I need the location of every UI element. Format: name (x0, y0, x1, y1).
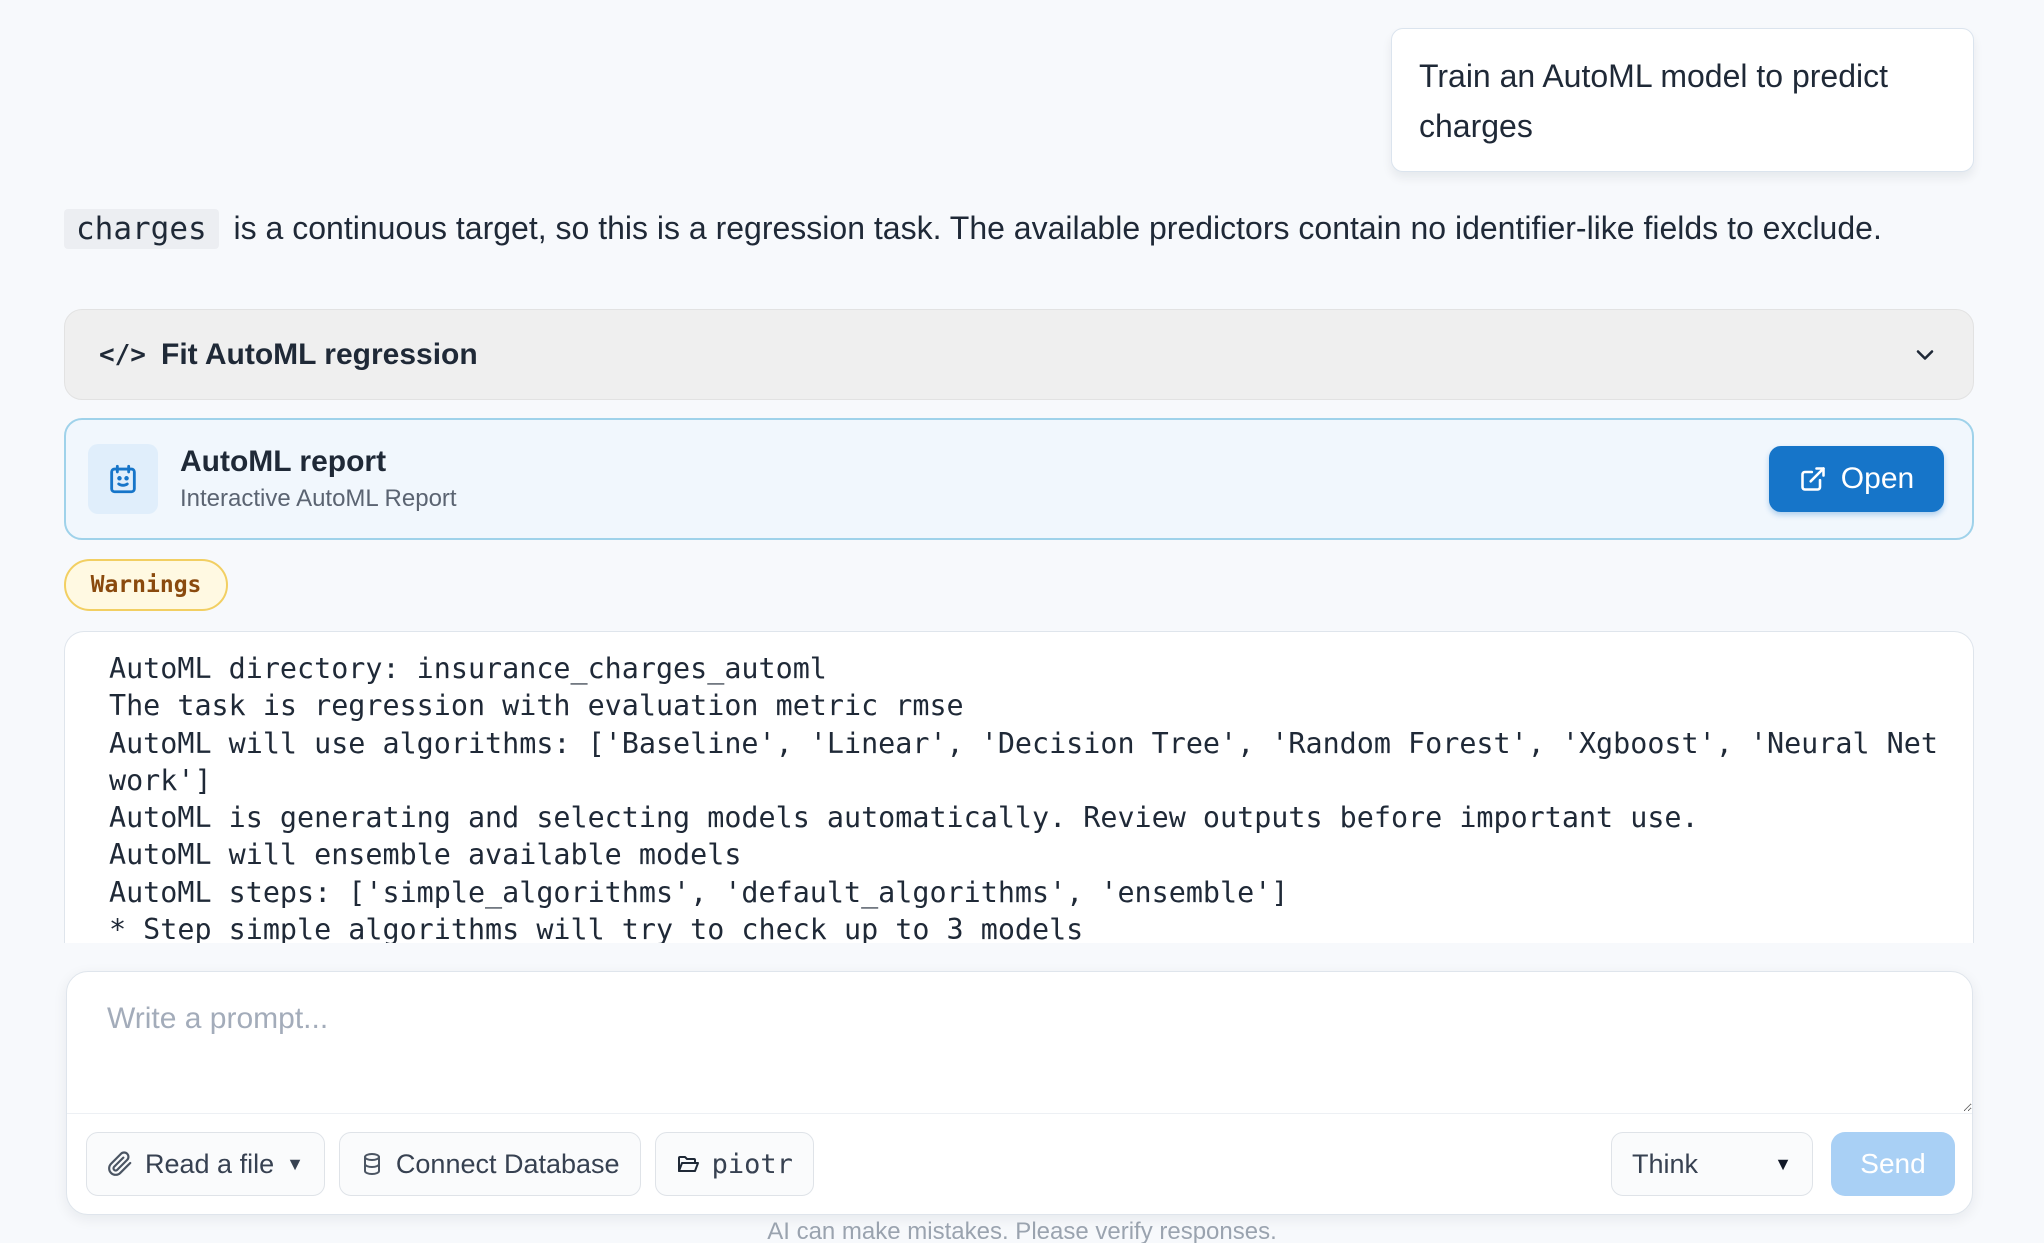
report-subtitle: Interactive AutoML Report (180, 485, 457, 512)
disclaimer-text: AI can make mistakes. Please verify resp… (767, 1218, 1277, 1243)
log-line: AutoML will ensemble available models (109, 838, 742, 872)
external-link-icon (1801, 467, 1825, 491)
report-text: AutoML report Interactive AutoML Report (180, 442, 1769, 516)
warnings-badge[interactable]: Warnings (64, 559, 228, 611)
log-line: work'] (109, 763, 212, 797)
log-line: AutoML will use algorithms: ['Baseline',… (109, 726, 1938, 760)
composer-toolbar: Read a file ▼ Connect Database piotr Thi… (86, 1132, 1955, 1196)
log-line: AutoML is generating and selecting model… (109, 801, 1699, 835)
report-title: AutoML report (180, 445, 387, 478)
read-file-label: Read a file (145, 1148, 275, 1179)
composer-divider (67, 1113, 1972, 1114)
report-icon-box (88, 444, 158, 514)
prompt-input[interactable] (67, 972, 1972, 1112)
open-button-label: Open (1840, 462, 1915, 495)
log-line: * Step simple_algorithms will try to che… (109, 913, 1084, 943)
warnings-label: Warnings (90, 572, 202, 598)
tool-call-title: Fit AutoML regression (161, 337, 478, 371)
read-file-button[interactable]: Read a file ▼ (86, 1132, 325, 1196)
mode-select[interactable]: Think ▼ (1611, 1132, 1813, 1196)
user-message-bubble: Train an AutoML model to predict charges (1391, 28, 1974, 172)
assistant-message: charges is a continuous target, so this … (64, 204, 1984, 253)
chevron-down-icon[interactable] (1911, 341, 1939, 369)
connect-database-label: Connect Database (395, 1148, 620, 1179)
folder-open-icon (677, 1156, 699, 1172)
assistant-message-text: is a continuous target, so this is a reg… (233, 210, 1882, 246)
open-report-button[interactable]: Open (1769, 446, 1944, 512)
inline-code-target: charges (64, 209, 219, 249)
log-line: AutoML directory: insurance_charges_auto… (109, 652, 827, 685)
report-card: AutoML report Interactive AutoML Report … (64, 418, 1974, 540)
mode-select-value: Think (1632, 1148, 1699, 1179)
user-message-text: Train an AutoML model to predict charges (1419, 58, 1888, 144)
dropdown-caret-icon: ▼ (286, 1153, 304, 1174)
paperclip-icon (108, 1151, 132, 1176)
log-line: The task is regression with evaluation m… (109, 689, 964, 723)
connect-database-button[interactable]: Connect Database (338, 1132, 641, 1196)
tool-call-accordion[interactable]: </> Fit AutoML regression (64, 309, 1974, 400)
chat-page: Train an AutoML model to predict charges… (0, 0, 2044, 1243)
prompt-composer: Read a file ▼ Connect Database piotr (66, 971, 1973, 1215)
log-line: AutoML steps: ['simple_algorithms', 'def… (109, 875, 1289, 909)
code-icon: </> (99, 339, 146, 370)
folder-label: piotr (711, 1148, 793, 1180)
database-icon (363, 1153, 380, 1175)
select-caret-icon: ▼ (1774, 1153, 1792, 1174)
folder-button[interactable]: piotr (654, 1132, 814, 1196)
send-button[interactable]: Send (1831, 1132, 1955, 1196)
log-output[interactable]: AutoML directory: insurance_charges_auto… (64, 631, 1974, 943)
calendar-smile-icon (110, 464, 136, 494)
